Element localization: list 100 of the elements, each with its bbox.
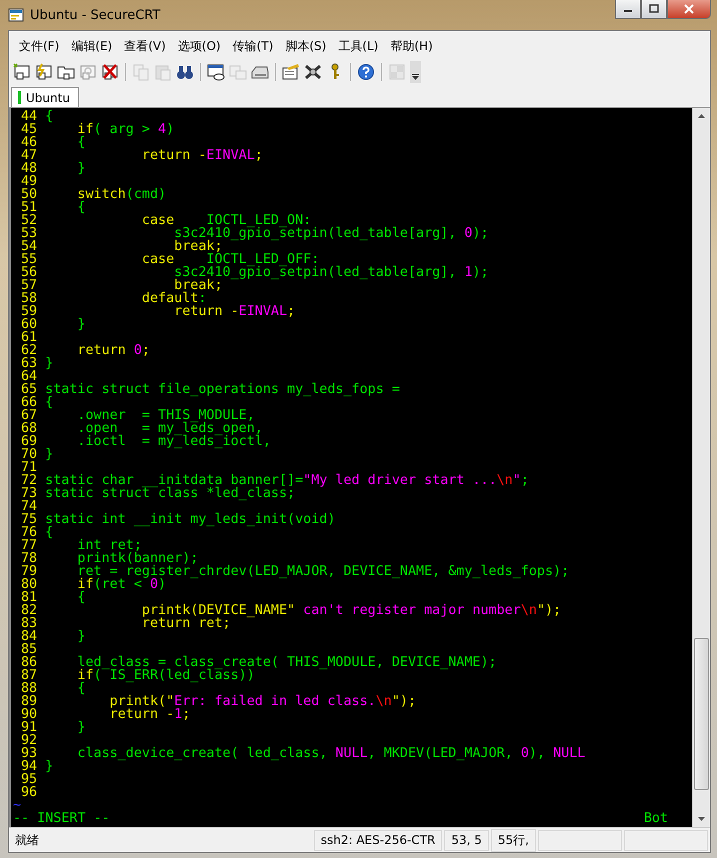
line-number: 68 [21,422,38,435]
code-line: printk(DEVICE_NAME" can't register major number\n"); [140,604,562,617]
menu-item[interactable]: 编辑(E) [65,36,118,56]
line-number: 71 [21,461,38,474]
app-icon [8,7,24,23]
menu-item[interactable]: 查看(V) [118,36,172,56]
line-number: 55 [21,253,38,266]
line-number: 53 [21,227,38,240]
line-number: 60 [21,318,38,331]
line-number: 94 [21,760,38,773]
scrollbar[interactable] [692,108,710,827]
menu-item[interactable]: 工具(L) [332,36,384,56]
line-number: 83 [21,617,38,630]
line-number: 66 [21,396,38,409]
line-number: 85 [21,643,38,656]
code-line: int ret; [76,539,142,552]
empty-line-marker: ~ [13,799,22,812]
line-number: 46 [21,136,38,149]
line-number: 58 [21,292,38,305]
menu-item[interactable]: 传输(T) [226,36,280,56]
line-number: 52 [21,214,38,227]
code-line: { [45,526,54,539]
code-line: static char __initdata banner[]="My led driver start ...\n"; [45,474,529,487]
code-line: return ret; [140,617,231,630]
code-line: if( arg > 4) [76,123,174,136]
line-number: 80 [21,578,38,591]
line-number: 59 [21,305,38,318]
status-panel: 55行, [490,828,536,852]
code-line: s3c2410_gpio_setpin(led_table[arg], 1); [173,266,489,279]
line-number: 54 [21,240,38,253]
code-line: if( IS_ERR(led_class)) [76,669,255,682]
code-line: class_device_create( led_class, NULL, MKDEV(LED_MAJOR, 0), NULL [76,747,586,760]
help-icon[interactable] [355,61,377,83]
line-number: 48 [21,162,38,175]
close-icon [683,4,695,14]
close-button[interactable] [667,0,711,19]
menu-item[interactable]: 文件(F) [13,36,66,56]
toolbar-overflow-button[interactable] [410,61,421,83]
code-line: printk("Err: failed in led class.\n"); [108,695,416,708]
menu-item[interactable]: 帮助(H) [384,36,439,56]
code-line: return -EINVAL; [140,149,263,162]
code-line: switch(cmd) [76,188,166,201]
line-number: 61 [21,331,38,344]
session-tab[interactable]: Ubuntu [11,87,79,107]
code-line: return 0; [76,344,150,357]
line-number: 65 [21,383,38,396]
line-number: 73 [21,487,38,500]
line-number: 84 [21,630,38,643]
line-number: 57 [21,279,38,292]
maximize-button[interactable] [641,0,667,19]
code-line: { [76,682,86,695]
line-number: 86 [21,656,38,669]
line-number: 90 [21,708,38,721]
code-line: default: [140,292,206,305]
line-number: 92 [21,734,38,747]
line-number: 47 [21,149,38,162]
minimize-button[interactable] [615,0,641,19]
code-line: .owner = THIS_MODULE, [76,409,255,422]
code-line: static int __init my_leds_init(void) [45,513,336,526]
line-number: 88 [21,682,38,695]
line-number: 56 [21,266,38,279]
line-number: 51 [21,201,38,214]
code-line: .open = my_leds_open, [76,422,263,435]
code-line: { [76,591,86,604]
code-line: printk(banner); [76,552,198,565]
code-line: } [76,630,86,643]
code-line: { [76,136,86,149]
line-number: 45 [21,123,38,136]
code-line: } [45,357,54,370]
line-number: 82 [21,604,38,617]
line-number: 75 [21,513,38,526]
line-number: 72 [21,474,38,487]
scroll-thumb[interactable] [694,638,709,790]
code-line: return -EINVAL; [173,305,296,318]
line-number: 87 [21,669,38,682]
line-number: 44 [21,110,38,123]
line-number: 78 [21,552,38,565]
line-number: 89 [21,695,38,708]
code-line: { [76,201,86,214]
line-number: 69 [21,435,38,448]
code-line: static struct file_operations my_leds_fops = [45,383,400,396]
code-line: break; [173,240,223,253]
menu-item[interactable]: 选项(O) [172,36,227,56]
code-line: return -1; [108,708,190,721]
code-line: { [45,110,54,123]
status-panel: 53, 5 [444,830,489,850]
menu-item[interactable]: 脚本(S) [279,36,332,56]
line-number: 76 [21,526,38,539]
code-line: } [45,448,54,461]
code-line: { [45,396,54,409]
code-line: } [45,760,54,773]
code-line: } [76,318,86,331]
status-message: 就绪 [14,832,40,848]
code-line: } [76,721,86,734]
line-number: 79 [21,565,38,578]
line-number: 70 [21,448,38,461]
line-number: 91 [21,721,38,734]
line-number: 63 [21,357,38,370]
window-title: Ubuntu - SecureCRT [30,8,160,22]
code-line: case IOCTL_LED_OFF: [140,253,320,266]
